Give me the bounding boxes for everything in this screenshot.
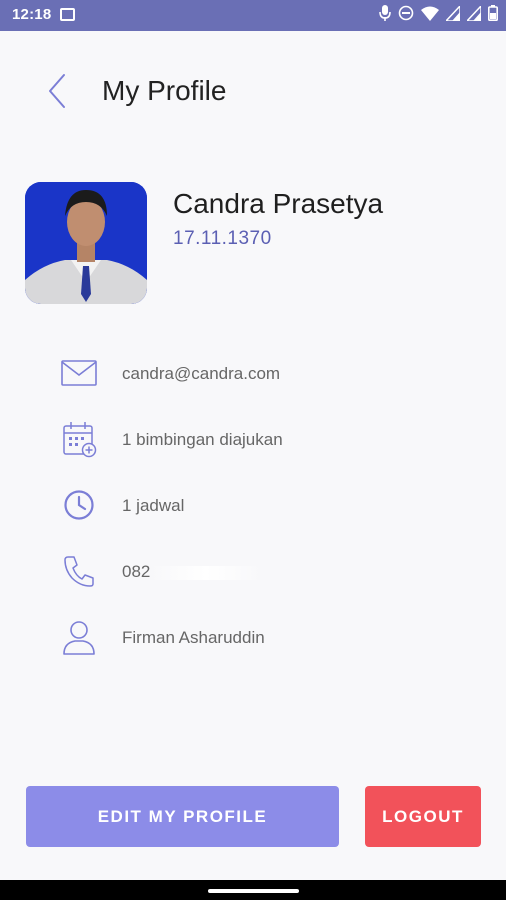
- guidance-text: 1 bimbingan diajukan: [122, 430, 283, 449]
- page-title: My Profile: [102, 75, 227, 106]
- advisor-text: Firman Asharuddin: [122, 628, 265, 647]
- email-text: candra@candra.com: [122, 364, 281, 383]
- status-bar: 12:18: [0, 0, 506, 31]
- navigation-bar: [0, 880, 506, 900]
- edit-profile-button[interactable]: EDIT MY PROFILE: [26, 786, 339, 847]
- app-bar: My Profile: [0, 31, 506, 149]
- clock-icon: [64, 490, 94, 520]
- phone-icon: [64, 556, 94, 587]
- signal-icon-2: [467, 5, 481, 21]
- schedule-text: 1 jadwal: [122, 496, 185, 515]
- user-icon: [63, 621, 95, 655]
- status-time: 12:18: [12, 6, 52, 23]
- phone-row: 082: [60, 552, 480, 592]
- microphone-icon: [379, 5, 391, 21]
- chevron-left-icon: [49, 74, 65, 108]
- phone-prefix: 082: [122, 562, 151, 581]
- avatar: [25, 182, 147, 304]
- advisor-row: Firman Asharuddin: [60, 618, 480, 658]
- battery-icon: [488, 5, 498, 21]
- back-button[interactable]: [42, 71, 74, 111]
- profile-name: Candra Prasetya: [173, 188, 384, 219]
- logout-button[interactable]: LOGOUT: [365, 786, 481, 847]
- home-gesture-handle[interactable]: [208, 889, 299, 893]
- profile-id-number: 17.11.1370: [173, 228, 272, 249]
- wifi-icon: [421, 6, 439, 21]
- phone-text: 082: [122, 562, 263, 582]
- signal-icon: [446, 5, 460, 21]
- mail-icon: [61, 360, 97, 386]
- profile-photo: [25, 182, 147, 304]
- guidance-row: 1 bimbingan diajukan: [60, 420, 480, 460]
- email-row: candra@candra.com: [60, 354, 480, 394]
- image-notification-icon: [60, 8, 75, 21]
- calendar-add-icon: [63, 422, 97, 458]
- do-not-disturb-icon: [398, 5, 414, 21]
- phone-redacted: [150, 565, 263, 580]
- schedule-row: 1 jadwal: [60, 486, 480, 526]
